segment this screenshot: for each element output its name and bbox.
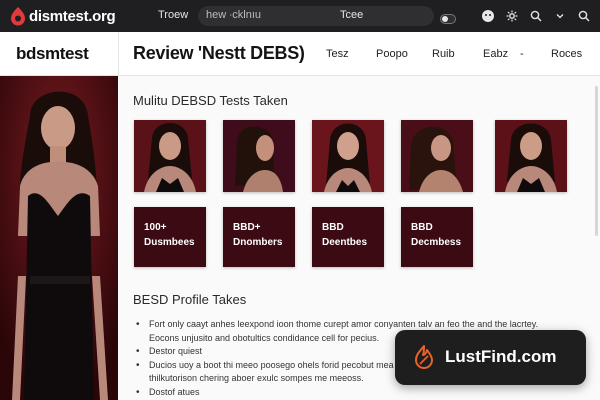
nav-separator: - bbox=[520, 48, 524, 60]
nav-item-eabz[interactable]: Eabz bbox=[483, 48, 508, 60]
photo-thumbnail[interactable] bbox=[134, 120, 206, 192]
address-text: hew ∙cklnıu bbox=[206, 9, 262, 21]
photo-thumbnail[interactable] bbox=[223, 120, 295, 192]
stat-tile-label: Dnombers bbox=[233, 237, 283, 248]
list-item: Dostof atues bbox=[133, 386, 563, 400]
tab-label[interactable]: Troew bbox=[158, 9, 188, 21]
brand-name: dismtest.org bbox=[29, 7, 116, 25]
watermark-text: LustFind.com bbox=[445, 347, 557, 366]
top-bar: dismtest.org Troew hew ∙cklnıu Tcee bbox=[0, 0, 600, 32]
address-center-text: Tcee bbox=[340, 9, 364, 21]
nav-item-tesz[interactable]: Tesz bbox=[326, 48, 349, 60]
site-name[interactable]: bdsmtest bbox=[16, 44, 89, 64]
address-bar[interactable]: hew ∙cklnıu Tcee bbox=[198, 6, 434, 26]
brand[interactable]: dismtest.org bbox=[10, 6, 116, 26]
header-divider bbox=[118, 32, 119, 76]
nav-item-poopo[interactable]: Poopo bbox=[376, 48, 408, 60]
stat-tile[interactable]: BBD Deentbes bbox=[312, 207, 384, 267]
photo-thumbnail[interactable] bbox=[312, 120, 384, 192]
stat-tile-value: BBD+ bbox=[233, 222, 261, 233]
watermark-badge: LustFind.com bbox=[395, 330, 586, 385]
scrollbar[interactable] bbox=[595, 86, 598, 236]
search-icon[interactable] bbox=[576, 8, 592, 24]
nav-item-ruib[interactable]: Ruib bbox=[432, 48, 455, 60]
stat-tile[interactable]: BBD Decmbess bbox=[401, 207, 473, 267]
section-title-profile: BESD Profile Takes bbox=[133, 292, 247, 307]
toggle-icon[interactable] bbox=[440, 11, 456, 24]
section-title-tests: Mulitu DEBSD Tests Taken bbox=[133, 93, 288, 108]
page-title: Review 'Nestt DEBS) bbox=[133, 43, 305, 63]
site-header: bdsmtest Review 'Nestt DEBS) Tesz Poopo … bbox=[0, 32, 600, 76]
logo-icon bbox=[10, 6, 26, 26]
stat-tile-value: BBD bbox=[322, 222, 344, 233]
settings-icon[interactable] bbox=[504, 8, 520, 24]
smiley-icon[interactable] bbox=[480, 8, 496, 24]
chevron-down-icon[interactable] bbox=[552, 8, 568, 24]
stat-tile-label: Decmbess bbox=[411, 237, 462, 248]
nav-item-roces[interactable]: Roces bbox=[551, 48, 582, 60]
stat-tile-label: Dusmbees bbox=[144, 237, 195, 248]
stat-tile-value: 100+ bbox=[144, 222, 167, 233]
stat-tile[interactable]: 100+ Dusmbees bbox=[134, 207, 206, 267]
photo-thumbnail[interactable] bbox=[495, 120, 567, 192]
stat-tile-value: BBD bbox=[411, 222, 433, 233]
photo-thumbnail[interactable] bbox=[401, 120, 473, 192]
stat-tile[interactable]: BBD+ Dnombers bbox=[223, 207, 295, 267]
flame-icon bbox=[411, 344, 437, 370]
stat-tile-label: Deentbes bbox=[322, 237, 368, 248]
topbar-icons bbox=[480, 8, 600, 24]
search-icon[interactable] bbox=[528, 8, 544, 24]
profile-photo bbox=[0, 76, 118, 400]
